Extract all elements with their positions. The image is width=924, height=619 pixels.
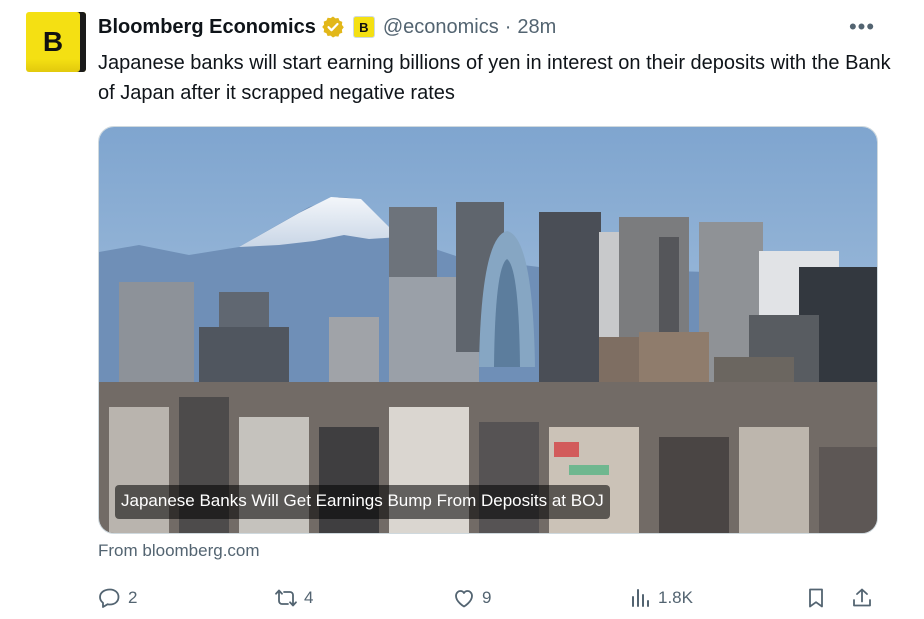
separator: · xyxy=(504,15,512,38)
like-icon xyxy=(455,590,473,608)
like-count: 9 xyxy=(482,588,492,607)
affiliate-badge[interactable]: B xyxy=(352,16,375,38)
avatar[interactable]: B xyxy=(26,12,86,72)
reply-count: 2 xyxy=(128,588,138,607)
link-card[interactable]: Japanese Banks Will Get Earnings Bump Fr… xyxy=(98,126,878,534)
repost-icon xyxy=(275,589,297,607)
reply-button[interactable]: 2 xyxy=(98,582,137,614)
tweet-header: Bloomberg Economics B @economics · 28m xyxy=(98,12,556,42)
verified-badge-icon[interactable] xyxy=(321,15,345,39)
views-count: 1.8K xyxy=(658,588,693,607)
views-button[interactable]: 1.8K xyxy=(628,582,693,614)
card-title[interactable]: Japanese Banks Will Get Earnings Bump Fr… xyxy=(115,485,610,519)
reply-icon xyxy=(99,588,120,608)
card-image xyxy=(99,127,877,533)
repost-button[interactable]: 4 xyxy=(274,582,313,614)
action-bar: 2 4 9 1.8K xyxy=(98,582,880,614)
like-button[interactable]: 9 xyxy=(452,582,491,614)
timestamp[interactable]: 28m xyxy=(517,16,556,39)
avatar-letter: B xyxy=(42,26,64,57)
bookmark-button[interactable] xyxy=(804,582,828,614)
views-icon xyxy=(632,589,649,607)
tweet-text: Japanese banks will start earning billio… xyxy=(98,52,891,104)
share-icon xyxy=(853,588,871,607)
tweet[interactable]: B Bloomberg Economics B @economics · 28m… xyxy=(0,0,924,619)
author-name[interactable]: Bloomberg Economics xyxy=(98,16,316,39)
repost-count: 4 xyxy=(304,588,314,607)
bookmark-icon xyxy=(809,588,823,608)
card-source[interactable]: From bloomberg.com xyxy=(98,541,260,561)
share-button[interactable] xyxy=(850,582,874,614)
more-icon[interactable]: ••• xyxy=(842,14,882,40)
author-handle[interactable]: @economics xyxy=(383,16,499,39)
